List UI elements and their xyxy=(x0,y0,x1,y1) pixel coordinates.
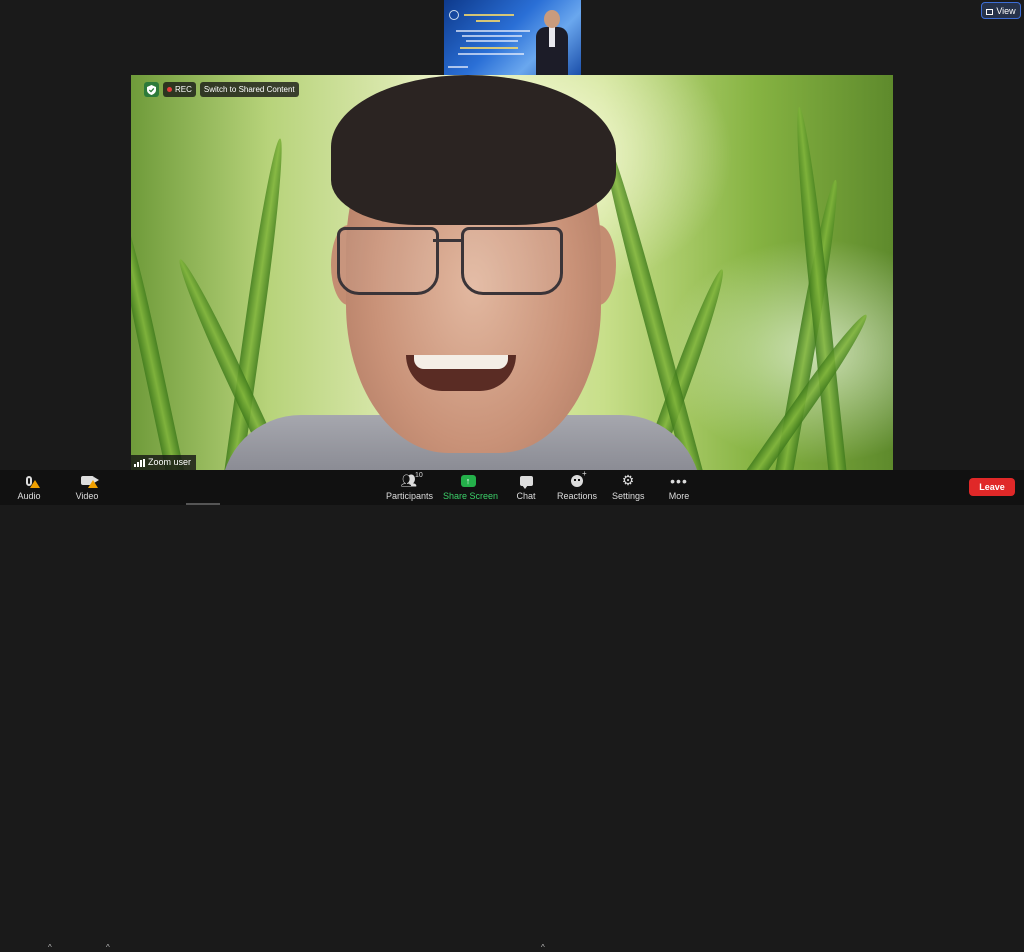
warning-icon xyxy=(88,480,98,488)
warning-icon xyxy=(30,480,40,488)
audio-button[interactable]: Audio xyxy=(16,472,42,501)
gear-icon: ⚙︎ xyxy=(621,472,635,488)
audio-label: Audio xyxy=(17,491,41,501)
settings-label: Settings xyxy=(612,491,645,501)
thumbnail-text-line xyxy=(464,14,514,16)
logo-icon xyxy=(449,10,459,20)
reactions-button[interactable]: Reactions xyxy=(556,469,598,502)
share-screen-label: Share Screen xyxy=(443,491,499,501)
shared-content-thumbnail[interactable] xyxy=(444,0,581,75)
recording-badge[interactable]: REC xyxy=(163,82,196,97)
thumbnail-text-line xyxy=(476,20,500,22)
video-options-chevron-icon[interactable]: ^ xyxy=(106,943,110,952)
participants-button[interactable]: 👥︎ 10 Participants xyxy=(386,472,434,501)
participant-name-tag: Zoom user xyxy=(131,455,197,470)
recording-dot-icon xyxy=(167,87,172,92)
audio-options-chevron-icon[interactable]: ^ xyxy=(48,943,52,952)
leave-button[interactable]: Leave xyxy=(969,478,1015,496)
more-button[interactable]: ••• More xyxy=(666,472,692,502)
chat-button[interactable]: Chat xyxy=(513,472,539,501)
thumbnail-speaker-figure xyxy=(536,10,568,75)
active-speaker-video[interactable]: REC Switch to Shared Content Zoom user xyxy=(131,75,893,470)
security-shield-icon[interactable] xyxy=(144,82,159,97)
video-label: Video xyxy=(75,491,99,501)
smile-icon xyxy=(571,469,587,487)
video-button[interactable]: Video xyxy=(74,472,100,501)
thumbnail-text-line xyxy=(462,35,522,37)
chat-bubble-icon xyxy=(519,475,533,489)
chat-options-chevron-icon[interactable]: ^ xyxy=(541,943,545,952)
view-button-label: View xyxy=(996,6,1016,16)
thumbnail-text-line xyxy=(458,53,524,55)
grass-blade xyxy=(131,199,189,470)
grid-icon xyxy=(986,9,994,15)
thumbnail-text-line xyxy=(460,47,518,49)
thumbnail-text-line xyxy=(448,66,468,68)
thumbnail-text-line xyxy=(456,30,530,32)
chat-label: Chat xyxy=(516,491,536,501)
share-screen-button[interactable]: ↑ Share Screen xyxy=(443,472,499,501)
switch-to-shared-content-button[interactable]: Switch to Shared Content xyxy=(199,82,299,97)
recording-label: REC xyxy=(175,85,192,94)
participant-name: Zoom user xyxy=(148,457,192,467)
share-screen-icon: ↑ xyxy=(460,474,476,487)
more-label: More xyxy=(668,491,690,501)
signal-strength-icon xyxy=(134,458,145,467)
reactions-label: Reactions xyxy=(556,491,598,501)
switch-to-shared-content-label: Switch to Shared Content xyxy=(203,85,295,94)
participants-count: 10 xyxy=(415,472,423,479)
view-button[interactable]: View xyxy=(981,2,1021,19)
participants-label: Participants xyxy=(386,491,434,501)
settings-button[interactable]: ⚙︎ Settings xyxy=(612,472,645,501)
meeting-toolbar: Audio ^ Video ^ 👥︎ 10 Participants ↑ Shar… xyxy=(0,469,1024,952)
ellipsis-icon: ••• xyxy=(670,472,688,489)
meeting-status-badges: REC Switch to Shared Content xyxy=(144,82,299,97)
speaker-hair xyxy=(331,75,616,225)
thumbnail-text-line xyxy=(466,40,518,42)
speaker-glasses xyxy=(337,227,575,297)
